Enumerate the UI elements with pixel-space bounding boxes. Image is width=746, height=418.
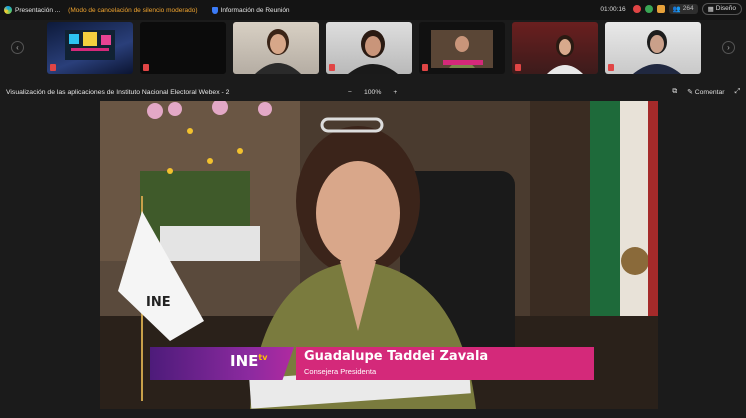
participant-video [547,35,583,74]
participant-thumb[interactable] [326,22,412,74]
zoom-controls: − 100% + [348,89,397,96]
participants-count-button[interactable]: 👥 264 [668,4,698,14]
participant-thumb[interactable] [140,22,226,74]
speaker-caption: Guadalupe Taddei Zavala Consejera Presid… [296,347,594,380]
mic-muted-icon [50,64,56,71]
share-title-bar: Visualización de las aplicaciones de Ins… [0,83,746,101]
top-bar: Presentación ... (Modo de cancelación de… [0,0,746,20]
app-tab[interactable]: Presentación ... [4,6,60,14]
record-icon[interactable] [632,5,641,13]
webex-logo-icon [4,6,12,14]
app-label: Presentación ... [15,6,61,14]
participant-thumb[interactable] [512,22,598,74]
mic-muted-icon [422,64,428,71]
presentation-thumb-graphic [65,30,115,60]
share-window-title: Visualización de las aplicaciones de Ins… [6,88,230,96]
ine-tv-badge: INEtv [150,347,294,380]
flag-logo-text: INE [146,295,171,310]
zoom-level: 100% [363,88,382,96]
comment-label: Comentar [694,89,725,96]
expand-icon[interactable]: ⤢ [735,88,740,96]
mic-muted-icon [329,64,335,71]
participant-strip: ‹ › [0,20,746,80]
participant-video [348,30,398,74]
meeting-timer: 01:00:16 [600,5,626,13]
participant-thumb[interactable] [47,22,133,74]
participants-count: 264 [682,5,694,12]
participant-thumb[interactable] [419,22,505,74]
connection-icon[interactable] [644,5,653,13]
zoom-in-button[interactable]: + [393,89,397,96]
mic-muted-icon [608,64,614,71]
shield-icon [211,6,218,14]
layout-button[interactable]: ▦ Diseño [701,3,742,15]
pop-out-icon[interactable]: ⧉ [672,88,677,96]
lower-third-banner: INEtv Guadalupe Taddei Zavala Consejera … [150,347,594,380]
zoom-out-button[interactable]: − [348,89,352,96]
speaker-name: Guadalupe Taddei Zavala [304,349,489,364]
participant-video [255,29,301,74]
ine-tv-logo: INEtv [230,352,268,370]
noise-cancel-status[interactable]: (Modo de cancelación de silencio moderad… [68,7,197,14]
chevron-right-icon[interactable]: › [722,41,735,54]
participant-thumb[interactable] [605,22,701,74]
participant-video [431,30,493,68]
comment-button[interactable]: ✎ Comentar [687,88,724,96]
layout-label: Diseño [715,5,736,12]
mic-muted-icon [143,64,149,71]
meeting-info-button[interactable]: Información de Reunión [202,6,290,14]
people-icon: 👥 [672,6,681,13]
chevron-left-icon[interactable]: ‹ [11,41,24,54]
shared-video: INE INEtv Guadalupe Taddei Zavala Consej… [100,101,658,409]
participant-thumb[interactable] [233,22,319,74]
chat-icon[interactable] [656,5,665,13]
speaker-role: Consejera Presidenta [304,367,377,376]
participant-video [633,30,681,74]
meeting-info-label: Información de Reunión [220,6,290,14]
grid-icon: ▦ [707,6,714,13]
mic-muted-icon [515,64,521,71]
